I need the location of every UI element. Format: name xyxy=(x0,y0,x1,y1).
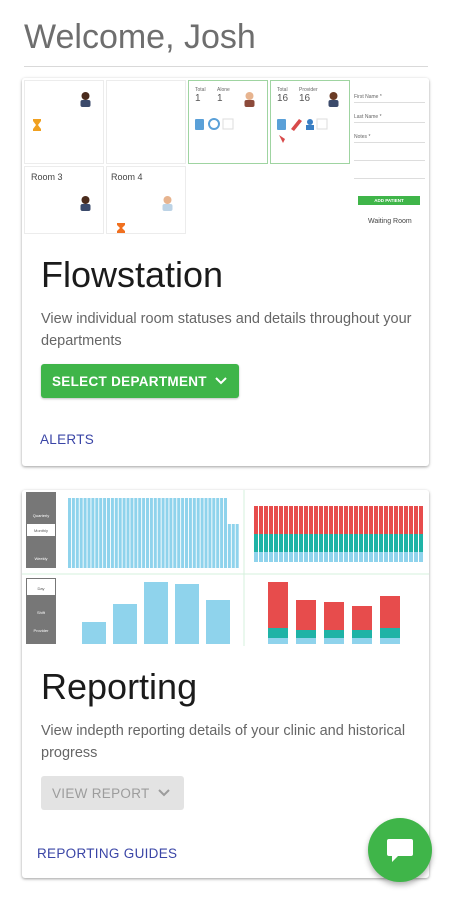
reporting-card: Quarterly Monthly Weekly Day Shift Provi… xyxy=(22,490,429,878)
reporting-preview-image: Quarterly Monthly Weekly Day Shift Provi… xyxy=(22,490,429,646)
svg-text:Day: Day xyxy=(37,586,44,591)
flowstation-preview-image: Total 1 Alone 1 Total 16 Provider 16 Roo… xyxy=(22,78,429,234)
flowstation-title: Flowstation xyxy=(41,254,224,295)
view-report-button[interactable]: VIEW REPORT xyxy=(41,776,184,810)
room-status-icons xyxy=(277,118,328,143)
flowstation-card: Total 1 Alone 1 Total 16 Provider 16 Roo… xyxy=(22,78,429,466)
select-department-label: SELECT DEPARTMENT xyxy=(52,373,207,389)
chat-bubble-icon xyxy=(387,839,413,862)
hourglass-icon xyxy=(117,223,125,233)
chevron-down-icon xyxy=(215,377,227,385)
room-tile: Room 4 xyxy=(106,166,186,234)
home-page: Welcome, Josh Total 1 Alone 1 Total 16 P… xyxy=(0,0,450,900)
hourglass-icon xyxy=(33,119,41,131)
room-tile xyxy=(106,80,186,164)
reporting-title: Reporting xyxy=(41,666,198,707)
welcome-heading: Welcome, Josh xyxy=(24,18,256,56)
person-avatar-icon xyxy=(80,196,91,211)
svg-text:Provider: Provider xyxy=(34,628,50,633)
person-avatar-icon xyxy=(244,92,255,107)
person-avatar-icon xyxy=(80,92,91,107)
flowstation-description: View individual room statuses and detail… xyxy=(41,311,412,349)
reporting-charts-preview: Quarterly Monthly Weekly Day Shift Provi… xyxy=(22,490,429,646)
add-patient-form-preview: First Name * Last Name * Notes * ADD PAT… xyxy=(350,80,429,234)
select-department-button[interactable]: SELECT DEPARTMENT xyxy=(41,364,239,398)
room-tile xyxy=(24,80,104,164)
chevron-down-icon xyxy=(157,789,170,797)
header-divider xyxy=(24,66,428,67)
room-status-icons xyxy=(195,118,234,130)
reporting-description: View indepth reporting details of your c… xyxy=(41,723,406,761)
reporting-guides-link[interactable]: REPORTING GUIDES xyxy=(37,846,177,861)
person-avatar-icon xyxy=(328,92,339,107)
room-tile-selected: Total 16 Provider 16 xyxy=(270,80,350,164)
room-tile-selected: Total 1 Alone 1 xyxy=(188,80,268,164)
svg-text:Weekly: Weekly xyxy=(34,556,47,561)
chat-button[interactable] xyxy=(368,818,432,882)
svg-text:Quarterly: Quarterly xyxy=(33,513,49,518)
alerts-link[interactable]: ALERTS xyxy=(40,432,94,447)
person-avatar-icon xyxy=(162,196,173,211)
svg-text:Monthly: Monthly xyxy=(34,528,48,533)
svg-text:Shift: Shift xyxy=(37,610,46,615)
view-report-label: VIEW REPORT xyxy=(52,785,150,801)
room-tile: Room 3 xyxy=(24,166,104,234)
